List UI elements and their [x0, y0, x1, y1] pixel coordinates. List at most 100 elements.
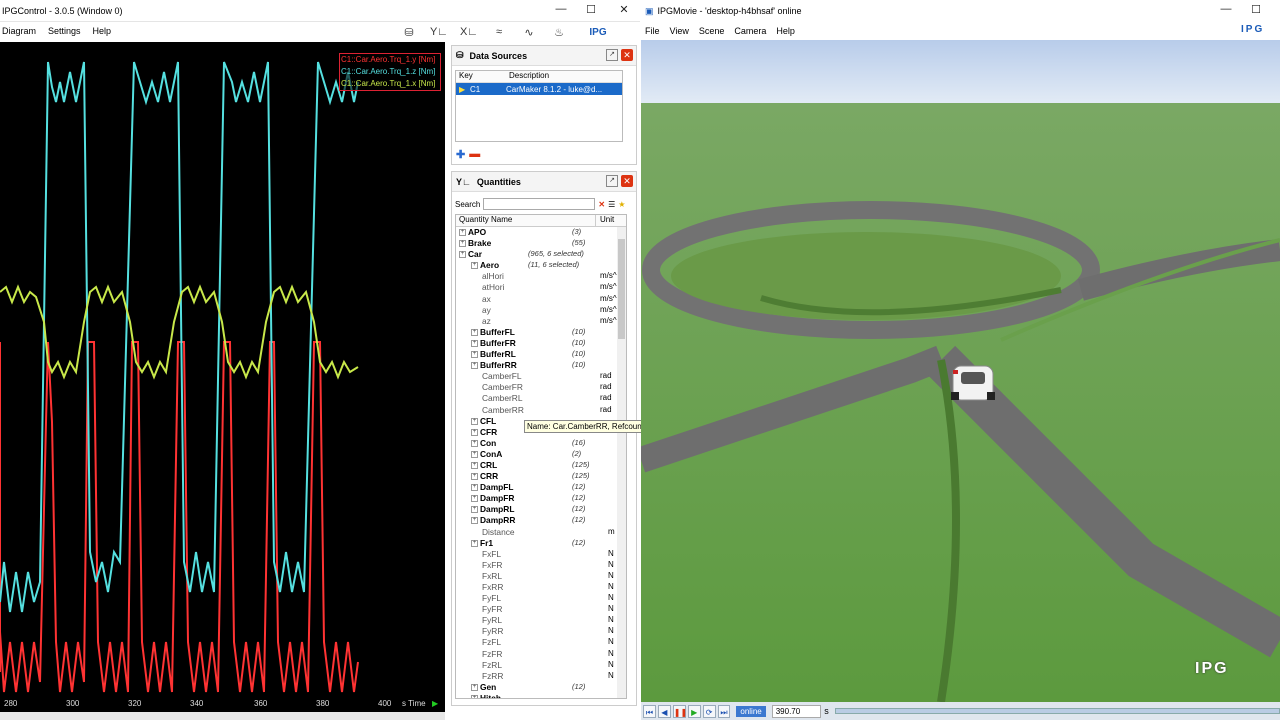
add-icon[interactable]: ✚ — [456, 148, 465, 161]
expand-icon[interactable]: + — [471, 495, 478, 503]
remove-icon[interactable]: ▬ — [469, 148, 480, 161]
scroll-thumb[interactable] — [618, 239, 625, 339]
expand-icon[interactable]: + — [471, 484, 478, 492]
expand-icon[interactable]: + — [471, 461, 478, 469]
list-item[interactable]: FxRR N — [456, 582, 626, 593]
menu-scene[interactable]: Scene — [699, 26, 725, 36]
list-item[interactable]: FzFR N — [456, 649, 626, 660]
pin-icon[interactable]: ↗ — [606, 49, 618, 61]
list-item[interactable]: + CRL (125) — [456, 460, 626, 471]
col-key[interactable]: Key — [456, 71, 506, 82]
list-item[interactable]: Distance m — [456, 527, 626, 538]
expand-icon[interactable]: + — [471, 328, 478, 336]
status-badge[interactable]: online — [736, 705, 766, 717]
expand-icon[interactable]: + — [471, 694, 478, 698]
skip-start-icon[interactable]: ⏮ — [643, 704, 656, 718]
list-item[interactable]: + BufferFR (10) — [456, 338, 626, 349]
list-item[interactable]: + Gen (12) — [456, 682, 626, 693]
col-unit[interactable]: Unit — [596, 215, 614, 226]
list-item[interactable]: + BufferRR (10) — [456, 360, 626, 371]
list-item[interactable]: + DampFL (12) — [456, 482, 626, 493]
plot-style-icon[interactable]: ≈ — [488, 26, 510, 38]
list-item[interactable]: atHori m/s^2 — [456, 282, 626, 293]
list-item[interactable]: + APO (3) — [456, 227, 626, 238]
list-item[interactable]: + BufferFL (10) — [456, 327, 626, 338]
list-item[interactable]: FzFL N — [456, 637, 626, 648]
list-item[interactable]: + BufferRL (10) — [456, 349, 626, 360]
menu-help[interactable]: Help — [776, 26, 795, 36]
close-icon[interactable]: ✕ — [621, 175, 633, 187]
expand-icon[interactable]: + — [471, 417, 478, 425]
signal-plot[interactable] — [0, 42, 445, 712]
list-item[interactable]: ay m/s^2 — [456, 305, 626, 316]
col-quantity-name[interactable]: Quantity Name — [456, 215, 596, 226]
step-back-icon[interactable]: ◀ — [657, 704, 671, 718]
minimize-button[interactable]: — — [1211, 3, 1241, 15]
expand-icon[interactable]: + — [471, 473, 478, 481]
expand-icon[interactable]: + — [471, 428, 478, 436]
expand-icon[interactable]: + — [459, 240, 466, 248]
menu-settings[interactable]: Settings — [48, 26, 81, 36]
list-item[interactable]: + DampRL (12) — [456, 504, 626, 515]
list-item[interactable]: FxRL N — [456, 571, 626, 582]
time-field[interactable]: 390.70 — [771, 704, 822, 718]
list-item[interactable]: + Aero (11, 6 selected) — [456, 260, 626, 271]
list-item[interactable]: FyRL N — [456, 615, 626, 626]
maximize-button[interactable]: ☐ — [576, 3, 606, 16]
list-item[interactable]: + DampFR (12) — [456, 493, 626, 504]
expand-icon[interactable]: + — [471, 683, 478, 691]
minimize-button[interactable]: — — [546, 3, 576, 15]
list-item[interactable]: alHori m/s^2 — [456, 271, 626, 282]
database-icon[interactable]: ⛁ — [398, 26, 420, 39]
list-item[interactable]: + Hitch — [456, 693, 626, 698]
list-item[interactable]: + Brake (55) — [456, 238, 626, 249]
list-item[interactable]: FzRL N — [456, 660, 626, 671]
list-item[interactable]: + Car (965, 6 selected) — [456, 249, 626, 260]
list-item[interactable]: ax m/s^2 — [456, 294, 626, 305]
pause-icon[interactable]: ❚❚ — [672, 704, 687, 718]
list-item[interactable]: + Con (16) — [456, 438, 626, 449]
search-input[interactable] — [483, 198, 596, 210]
list-item[interactable]: + DampRR (12) — [456, 515, 626, 526]
expand-icon[interactable]: + — [459, 229, 466, 236]
y-axis-icon[interactable]: Y∟ — [428, 26, 450, 38]
list-item[interactable]: + ConA (2) — [456, 449, 626, 460]
pin-icon[interactable]: ↗ — [606, 175, 618, 187]
expand-icon[interactable]: + — [471, 339, 478, 347]
menu-camera[interactable]: Camera — [734, 26, 766, 36]
list-item[interactable]: CamberFL rad — [456, 371, 626, 382]
menu-diagram[interactable]: Diagram — [2, 26, 36, 36]
list-item[interactable]: FyFR N — [456, 604, 626, 615]
timeline-slider[interactable] — [834, 708, 1280, 714]
expand-icon[interactable]: + — [471, 539, 478, 547]
expand-icon[interactable]: + — [471, 351, 478, 359]
loop-icon[interactable]: ⟳ — [702, 704, 716, 718]
expand-icon[interactable]: + — [459, 251, 466, 259]
col-description[interactable]: Description — [506, 71, 549, 82]
close-button[interactable]: ✕ — [609, 3, 639, 16]
expand-icon[interactable]: + — [471, 262, 478, 270]
menu-view[interactable]: View — [670, 26, 689, 36]
list-item[interactable]: + Fr1 (12) — [456, 538, 626, 549]
list-item[interactable]: CamberRL rad — [456, 393, 626, 404]
list-item[interactable]: FyFL N — [456, 593, 626, 604]
paint-icon[interactable]: ♨ — [548, 26, 570, 39]
table-row[interactable]: ▶ C1 CarMaker 8.1.2 - luke@d... — [456, 83, 622, 95]
play-icon[interactable]: ▶ — [432, 699, 438, 708]
play-icon[interactable]: ▶ — [687, 704, 701, 718]
close-icon[interactable]: ✕ — [621, 49, 633, 61]
list-icon[interactable]: ☰ — [608, 200, 615, 209]
list-item[interactable]: FyRR N — [456, 626, 626, 637]
list-item[interactable]: FxFL N — [456, 549, 626, 560]
vertical-scrollbar[interactable] — [617, 227, 626, 698]
skip-end-icon[interactable]: ⏭ — [717, 704, 731, 718]
list-item[interactable]: CamberRR rad — [456, 405, 626, 416]
list-item[interactable]: az m/s^2 — [456, 316, 626, 327]
list-item[interactable]: CamberFR rad — [456, 382, 626, 393]
menu-file[interactable]: File — [645, 26, 660, 36]
list-item[interactable]: FxFR N — [456, 560, 626, 571]
expand-icon[interactable]: + — [471, 450, 478, 458]
expand-icon[interactable]: + — [471, 506, 478, 514]
expand-icon[interactable]: + — [471, 362, 478, 370]
3d-scene-view[interactable]: IPG — [641, 40, 1280, 702]
